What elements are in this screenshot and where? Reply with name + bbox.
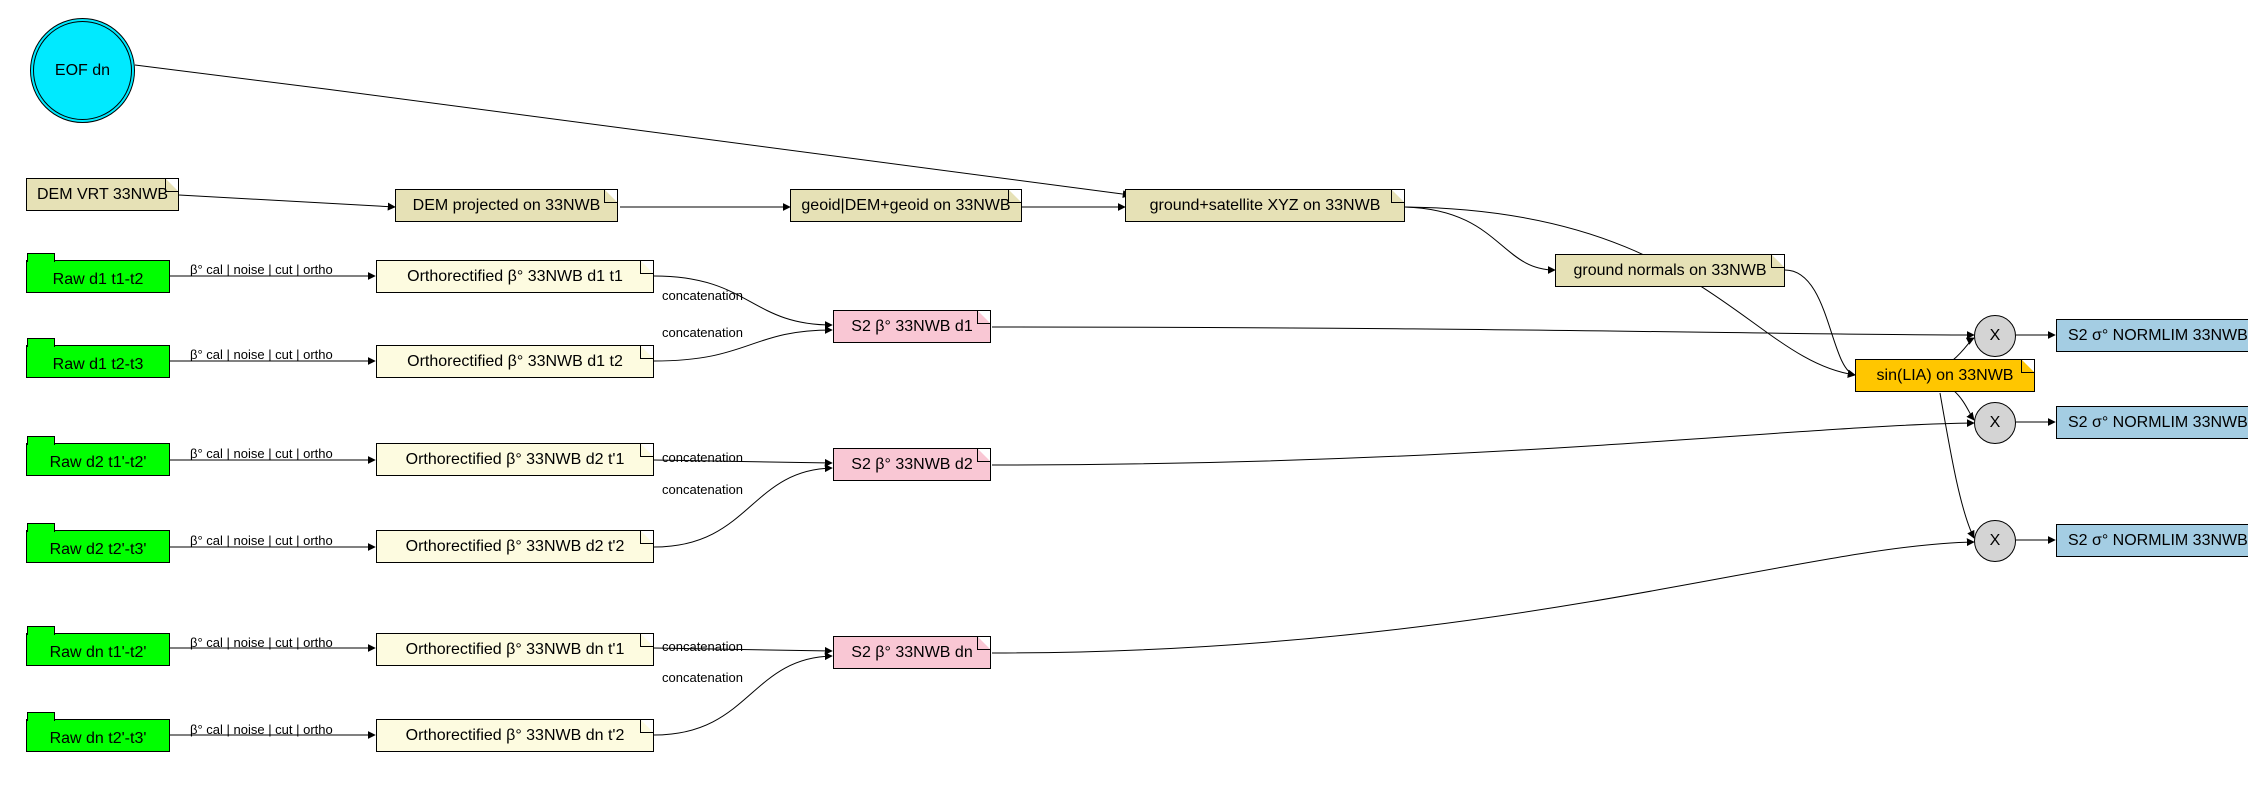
edge-label-cal: β° cal | noise | cut | ortho <box>190 347 333 362</box>
node-label: DEM VRT 33NWB <box>37 186 168 204</box>
node-ground-satellite: ground+satellite XYZ on 33NWB <box>1125 189 1405 222</box>
node-label: ground+satellite XYZ on 33NWB <box>1150 197 1381 215</box>
node-ortho-dn-t2: Orthorectified β° 33NWB dn t'2 <box>376 719 654 752</box>
node-label: Raw dn t1'-t2' <box>50 644 147 662</box>
node-label: sin(LIA) on 33NWB <box>1877 367 2014 385</box>
node-label: Orthorectified β° 33NWB d2 t'2 <box>406 538 625 556</box>
edge-label-concat: concatenation <box>662 639 743 654</box>
node-multiply-x2: X <box>1974 402 2016 444</box>
node-label: X <box>1990 327 2001 345</box>
node-ortho-d1-t1: Orthorectified β° 33NWB d1 t1 <box>376 260 654 293</box>
node-raw-dn-t2: Raw dn t2'-t3' <box>26 719 170 752</box>
node-ortho-d2-t2: Orthorectified β° 33NWB d2 t'2 <box>376 530 654 563</box>
node-label: Raw d1 t2-t3 <box>53 356 144 374</box>
node-label: ground normals on 33NWB <box>1574 262 1767 280</box>
node-raw-d1-t1: Raw d1 t1-t2 <box>26 260 170 293</box>
node-label: EOF dn <box>55 62 110 80</box>
node-label: S2 β° 33NWB d2 <box>851 456 972 474</box>
node-label: S2 σ° NORMLIM 33NWB d2 <box>2068 414 2248 432</box>
node-label: Orthorectified β° 33NWB d1 t1 <box>407 268 623 286</box>
node-out-d1: S2 σ° NORMLIM 33NWB d1 <box>2056 319 2248 352</box>
node-label: S2 σ° NORMLIM 33NWB d1 <box>2068 327 2248 345</box>
node-eof-dn: EOF dn <box>30 18 135 123</box>
edge-label-cal: β° cal | noise | cut | ortho <box>190 635 333 650</box>
edge-label-cal: β° cal | noise | cut | ortho <box>190 533 333 548</box>
edge-label-concat: concatenation <box>662 670 743 685</box>
node-label: Raw d2 t2'-t3' <box>50 541 147 559</box>
node-raw-d2-t1: Raw d2 t1'-t2' <box>26 443 170 476</box>
edge-label-concat: concatenation <box>662 325 743 340</box>
node-label: Raw d1 t1-t2 <box>53 271 144 289</box>
node-raw-dn-t1: Raw dn t1'-t2' <box>26 633 170 666</box>
edge-label-concat: concatenation <box>662 288 743 303</box>
node-ortho-d2-t1: Orthorectified β° 33NWB d2 t'1 <box>376 443 654 476</box>
node-label: X <box>1990 532 2001 550</box>
edges-layer <box>0 0 2248 790</box>
node-raw-d1-t2: Raw d1 t2-t3 <box>26 345 170 378</box>
node-geoid: geoid|DEM+geoid on 33NWB <box>790 189 1022 222</box>
node-s2-d1: S2 β° 33NWB d1 <box>833 310 991 343</box>
node-label: Raw d2 t1'-t2' <box>50 454 147 472</box>
edge-label-cal: β° cal | noise | cut | ortho <box>190 446 333 461</box>
node-ortho-d1-t2: Orthorectified β° 33NWB d1 t2 <box>376 345 654 378</box>
node-label: S2 β° 33NWB dn <box>851 644 972 662</box>
node-out-dn: S2 σ° NORMLIM 33NWB dn <box>2056 524 2248 557</box>
node-dem-projected: DEM projected on 33NWB <box>395 189 618 222</box>
node-label: X <box>1990 414 2001 432</box>
edge-label-concat: concatenation <box>662 450 743 465</box>
node-raw-d2-t2: Raw d2 t2'-t3' <box>26 530 170 563</box>
node-ortho-dn-t1: Orthorectified β° 33NWB dn t'1 <box>376 633 654 666</box>
node-label: DEM projected on 33NWB <box>413 197 601 215</box>
node-label: S2 σ° NORMLIM 33NWB dn <box>2068 532 2248 550</box>
node-label: geoid|DEM+geoid on 33NWB <box>801 197 1010 215</box>
node-label: Raw dn t2'-t3' <box>50 730 147 748</box>
edge-label-concat: concatenation <box>662 482 743 497</box>
node-multiply-x1: X <box>1974 315 2016 357</box>
node-label: Orthorectified β° 33NWB dn t'1 <box>406 641 625 659</box>
node-label: Orthorectified β° 33NWB d1 t2 <box>407 353 623 371</box>
node-label: Orthorectified β° 33NWB dn t'2 <box>406 727 625 745</box>
edge-label-cal: β° cal | noise | cut | ortho <box>190 722 333 737</box>
node-sin-lia: sin(LIA) on 33NWB <box>1855 359 2035 392</box>
node-ground-normals: ground normals on 33NWB <box>1555 254 1785 287</box>
node-label: S2 β° 33NWB d1 <box>851 318 972 336</box>
node-s2-d2: S2 β° 33NWB d2 <box>833 448 991 481</box>
edge-label-cal: β° cal | noise | cut | ortho <box>190 262 333 277</box>
node-s2-dn: S2 β° 33NWB dn <box>833 636 991 669</box>
node-dem-vrt: DEM VRT 33NWB <box>26 178 179 211</box>
node-label: Orthorectified β° 33NWB d2 t'1 <box>406 451 625 469</box>
node-multiply-x3: X <box>1974 520 2016 562</box>
node-out-d2: S2 σ° NORMLIM 33NWB d2 <box>2056 406 2248 439</box>
